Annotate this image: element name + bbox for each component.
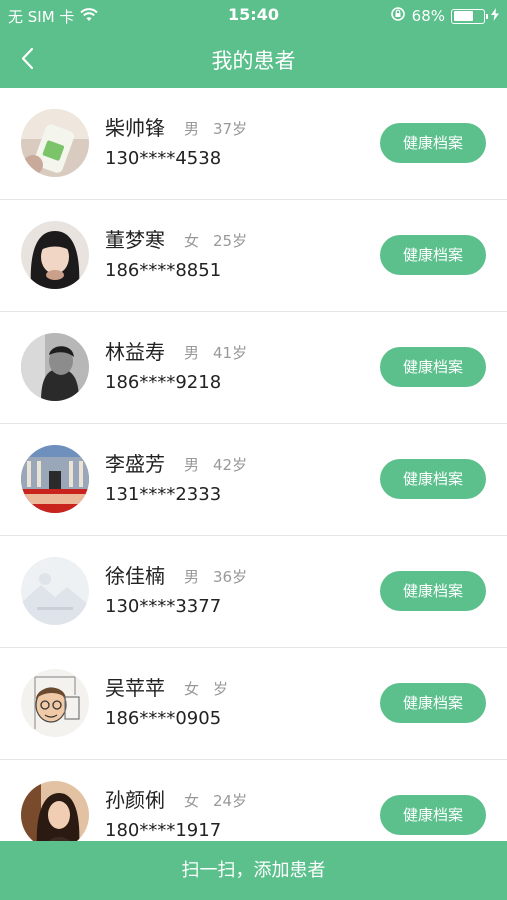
patient-name: 孙颜俐 [105, 788, 165, 812]
patient-age: 37岁 [213, 120, 248, 138]
patient-age: 岁 [213, 680, 229, 698]
patient-name: 徐佳楠 [105, 564, 165, 588]
patient-row[interactable]: 吴苹苹 女 岁 186****0905 健康档案 [0, 648, 507, 760]
patient-phone: 186****8851 [105, 260, 222, 281]
patient-list[interactable]: 柴帅锋 男 37岁 130****4538 健康档案 董梦寒 女 25岁 186… [0, 88, 507, 841]
page-title: 我的患者 [211, 49, 296, 73]
patient-gender: 男 [184, 568, 200, 586]
patient-gender: 男 [184, 120, 200, 138]
patient-phone: 186****9218 [105, 372, 222, 393]
battery-percent: 68% [411, 7, 445, 25]
patient-gender: 男 [184, 344, 200, 362]
patient-row[interactable]: 柴帅锋 男 37岁 130****4538 健康档案 [0, 88, 507, 200]
patient-row[interactable]: 徐佳楠 男 36岁 130****3377 健康档案 [0, 536, 507, 648]
avatar [21, 221, 89, 289]
patient-gender: 男 [184, 456, 200, 474]
scan-add-patient-button[interactable]: 扫一扫，添加患者 [0, 841, 507, 900]
patient-gender: 女 [184, 232, 200, 250]
patient-name: 林益寿 [105, 340, 165, 364]
patient-gender: 女 [184, 680, 200, 698]
health-record-button[interactable]: 健康档案 [380, 459, 486, 499]
status-bar: 无 SIM 卡 15:40 68% [0, 0, 507, 30]
avatar [21, 557, 89, 625]
patient-name: 柴帅锋 [105, 116, 165, 140]
patient-row[interactable]: 董梦寒 女 25岁 186****8851 健康档案 [0, 200, 507, 312]
patient-phone: 130****4538 [105, 148, 222, 169]
health-record-button[interactable]: 健康档案 [380, 235, 486, 275]
charging-icon [491, 7, 499, 25]
battery-icon [451, 8, 488, 24]
patient-row[interactable]: 孙颜俐 女 24岁 180****1917 健康档案 [0, 760, 507, 841]
health-record-button[interactable]: 健康档案 [380, 571, 486, 611]
patient-row[interactable]: 李盛芳 男 42岁 131****2333 健康档案 [0, 424, 507, 536]
patient-gender: 女 [184, 792, 200, 810]
patient-age: 25岁 [213, 232, 248, 250]
patient-age: 42岁 [213, 456, 248, 474]
patient-row[interactable]: 林益寿 男 41岁 186****9218 健康档案 [0, 312, 507, 424]
health-record-button[interactable]: 健康档案 [380, 795, 486, 835]
health-record-button[interactable]: 健康档案 [380, 123, 486, 163]
patient-age: 24岁 [213, 792, 248, 810]
patient-name: 李盛芳 [105, 452, 165, 476]
patient-phone: 131****2333 [105, 484, 222, 505]
health-record-button[interactable]: 健康档案 [380, 347, 486, 387]
health-record-button[interactable]: 健康档案 [380, 683, 486, 723]
patient-age: 36岁 [213, 568, 248, 586]
patient-age: 41岁 [213, 344, 248, 362]
avatar [21, 333, 89, 401]
avatar [21, 781, 89, 841]
patient-name: 董梦寒 [105, 228, 165, 252]
avatar [21, 109, 89, 177]
patient-phone: 186****0905 [105, 708, 222, 729]
patient-phone: 180****1917 [105, 820, 222, 841]
patient-name: 吴苹苹 [105, 676, 165, 700]
avatar [21, 445, 89, 513]
avatar [21, 669, 89, 737]
nav-bar: 我的患者 [0, 30, 507, 88]
rotation-lock-icon [390, 6, 406, 26]
status-right: 68% [390, 6, 499, 26]
patient-phone: 130****3377 [105, 596, 222, 617]
